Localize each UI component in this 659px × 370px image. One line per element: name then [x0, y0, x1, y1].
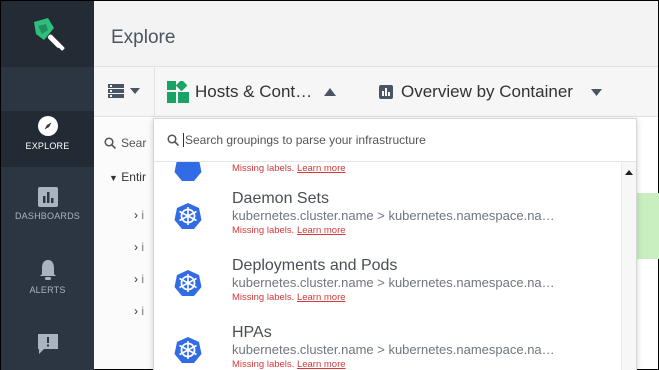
- groupings-list: Missing labels. Learn more Daemon Sets k…: [154, 162, 620, 370]
- chevron-right-icon: ›: [134, 304, 138, 318]
- missing-labels-notice: Missing labels. Learn more: [232, 292, 346, 303]
- grouping-path: kubernetes.cluster.name > kubernetes.nam…: [232, 208, 555, 223]
- missing-labels-text: Missing labels.: [232, 359, 295, 370]
- tree-row[interactable]: › i: [134, 272, 144, 286]
- grouping-item-deployments-pods[interactable]: Deployments and Pods kubernetes.cluster.…: [154, 253, 620, 319]
- tree-row-label: i: [141, 240, 145, 254]
- search-icon: [167, 134, 179, 146]
- bar-chart-icon: [37, 187, 58, 207]
- missing-labels-text: Missing labels.: [232, 292, 295, 303]
- caret-down-icon: [590, 88, 602, 96]
- page-header: Explore: [94, 1, 658, 67]
- page-title: Explore: [111, 27, 176, 48]
- hosts-containers-label: Hosts & Cont…: [195, 82, 313, 101]
- grouping-item-hpas[interactable]: HPAs kubernetes.cluster.name > kubernete…: [154, 320, 620, 370]
- hosts-containers-icon: [167, 81, 189, 103]
- tree-root-label: Entir: [121, 170, 146, 184]
- chevron-down-icon: ▼: [109, 173, 118, 183]
- learn-more-link[interactable]: Learn more: [297, 225, 346, 236]
- explore-toolbar: Hosts & Cont… Overview by Container: [94, 67, 658, 117]
- groupings-search-input[interactable]: Search groupings to parse your infrastru…: [154, 119, 636, 162]
- tree-row[interactable]: › i: [134, 304, 144, 318]
- missing-labels-notice: Missing labels. Learn more: [232, 163, 346, 174]
- highlight-bar: [637, 193, 659, 259]
- grouping-name: Daemon Sets: [232, 190, 329, 207]
- kubernetes-icon: [174, 203, 202, 229]
- sidebar-item-label: ALERTS: [29, 285, 66, 295]
- bar-chart-icon: [379, 85, 393, 99]
- kubernetes-icon: [174, 337, 202, 363]
- overview-selector[interactable]: Overview by Container: [379, 67, 602, 117]
- chevron-right-icon: ›: [134, 240, 138, 254]
- view-switcher-button[interactable]: [108, 84, 140, 98]
- scroll-up-arrow-icon[interactable]: [625, 170, 633, 175]
- tree-root-entire[interactable]: ▼ Entir: [109, 170, 146, 184]
- caret-up-icon: [324, 88, 337, 96]
- grouping-path: kubernetes.cluster.name > kubernetes.nam…: [232, 275, 555, 290]
- groupings-search-placeholder: Search groupings to parse your infrastru…: [185, 133, 426, 147]
- app-logo[interactable]: [1, 1, 94, 67]
- search-icon: [104, 137, 116, 149]
- sidebar-item-explore[interactable]: EXPLORE: [1, 111, 94, 167]
- learn-more-link[interactable]: Learn more: [297, 163, 346, 174]
- list-view-icon: [108, 84, 124, 98]
- kubernetes-icon: [174, 162, 202, 181]
- chevron-right-icon: ›: [134, 272, 138, 286]
- caret-down-icon: [130, 88, 140, 94]
- sidebar: EXPLORE DASHBOARDS ALERTS: [1, 1, 94, 370]
- learn-more-link[interactable]: Learn more: [297, 359, 346, 370]
- sidebar-item-alerts[interactable]: ALERTS: [1, 259, 94, 295]
- text-cursor: [183, 133, 184, 147]
- kubernetes-icon: [174, 270, 202, 296]
- groupings-panel: Sear ▼ Entir › i › i › i › i: [94, 118, 154, 369]
- missing-labels-notice: Missing labels. Learn more: [232, 359, 346, 370]
- bell-icon: [39, 260, 56, 280]
- tree-row-label: i: [141, 208, 145, 222]
- overview-label: Overview by Container: [401, 82, 573, 101]
- tree-row-label: i: [141, 272, 145, 286]
- panel-search[interactable]: Sear: [104, 136, 146, 150]
- sidebar-item-label: EXPLORE: [25, 141, 70, 151]
- grouping-path: kubernetes.cluster.name > kubernetes.nam…: [232, 342, 555, 357]
- shovel-logo-icon: [33, 18, 65, 51]
- grouping-name: HPAs: [232, 324, 272, 341]
- missing-labels-notice: Missing labels. Learn more: [232, 225, 346, 236]
- chevron-right-icon: ›: [134, 208, 138, 222]
- feedback-icon: [37, 334, 58, 354]
- compass-icon: [37, 116, 58, 136]
- tree-row-label: i: [141, 304, 145, 318]
- tree-row[interactable]: › i: [134, 208, 144, 222]
- sidebar-item-dashboards[interactable]: DASHBOARDS: [1, 187, 94, 221]
- groupings-dropdown: Search groupings to parse your infrastru…: [153, 118, 637, 370]
- sidebar-item-label: DASHBOARDS: [14, 211, 80, 221]
- sidebar-item-feedback[interactable]: [1, 333, 94, 355]
- missing-labels-text: Missing labels.: [232, 225, 295, 236]
- learn-more-link[interactable]: Learn more: [297, 292, 346, 303]
- grouping-name: Deployments and Pods: [232, 257, 398, 274]
- dropdown-scrollbar[interactable]: [621, 162, 636, 370]
- grouping-item-daemon-sets[interactable]: Daemon Sets kubernetes.cluster.name > ku…: [154, 186, 620, 252]
- missing-labels-text: Missing labels.: [232, 163, 295, 174]
- panel-search-placeholder: Sear: [121, 136, 147, 150]
- tree-row[interactable]: › i: [134, 240, 144, 254]
